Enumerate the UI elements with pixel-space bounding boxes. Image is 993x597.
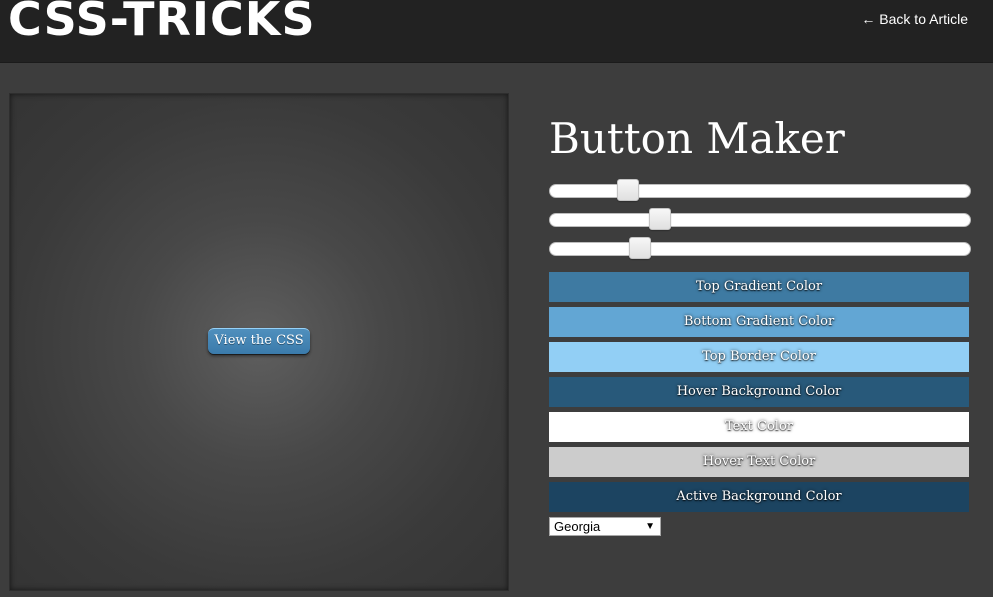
bottom-gradient-color-button[interactable]: Bottom Gradient Color [549,307,969,337]
active-background-color-button[interactable]: Active Background Color [549,482,969,512]
top-border-color-button[interactable]: Top Border Color [549,342,969,372]
dropdown-arrow-icon: ▼ [645,521,655,532]
hover-text-color-button[interactable]: Hover Text Color [549,447,969,477]
button-preview-stage: View the CSS [9,93,509,591]
page-title: Button Maker [549,114,845,163]
slider-track[interactable] [549,184,971,198]
view-css-button[interactable]: View the CSS [208,328,310,354]
slider-track[interactable] [549,213,971,227]
slider-thumb[interactable] [649,208,671,230]
top-bar: CSS-TRICKS ← Back to Article [0,0,993,62]
font-select-value: Georgia [554,519,601,534]
slider-3[interactable] [549,237,971,259]
hover-background-color-button[interactable]: Hover Background Color [549,377,969,407]
slider-2[interactable] [549,208,971,230]
slider-thumb[interactable] [629,237,651,259]
slider-1[interactable] [549,179,971,201]
text-color-button[interactable]: Text Color [549,412,969,442]
top-gradient-color-button[interactable]: Top Gradient Color [549,272,969,302]
font-family-select[interactable]: Georgia ▼ [549,517,661,536]
slider-thumb[interactable] [617,179,639,201]
slider-track[interactable] [549,242,971,256]
site-logo[interactable]: CSS-TRICKS [8,0,316,47]
back-to-article-link[interactable]: ← Back to Article [861,11,968,27]
